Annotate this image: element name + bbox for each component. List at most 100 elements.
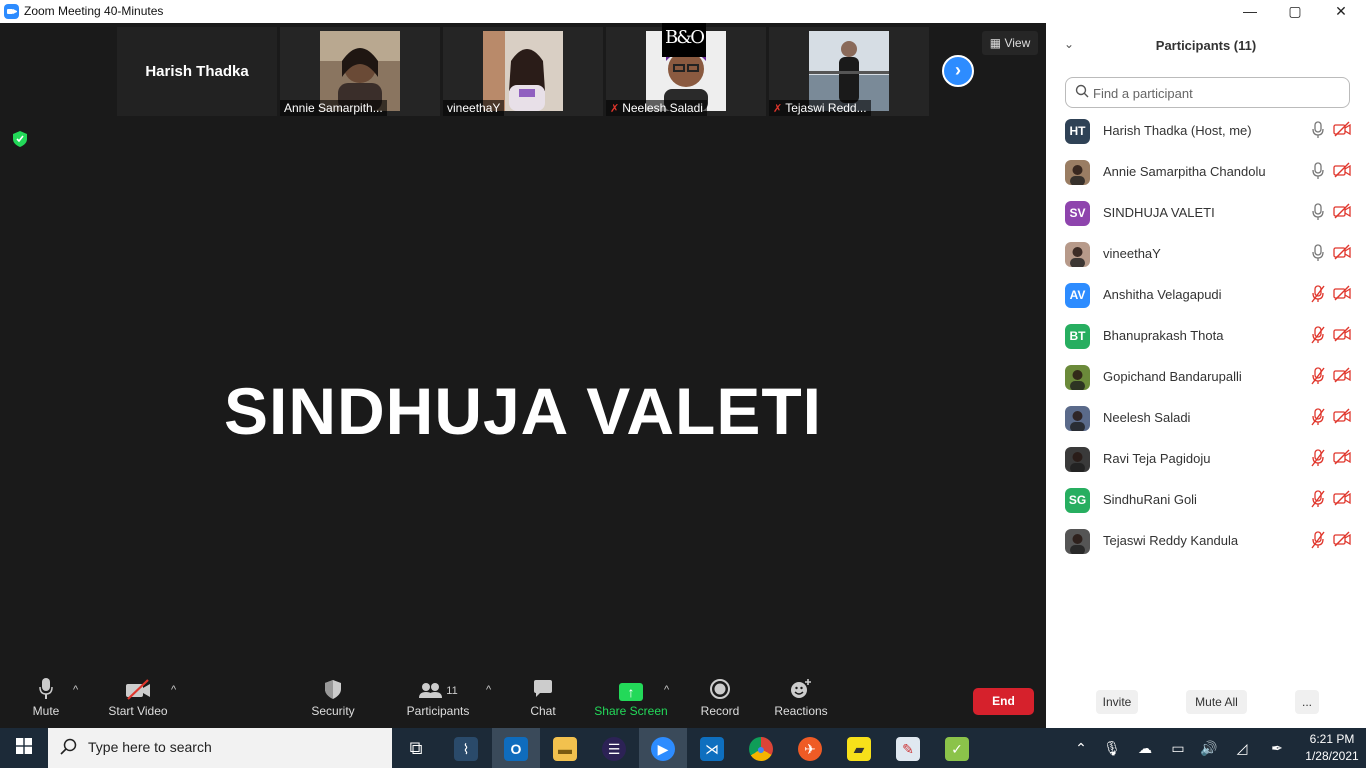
video-off-icon — [1333, 244, 1351, 263]
title-bar: Zoom Meeting 40-Minutes — ▢ ✕ — [0, 0, 1366, 23]
close-button[interactable]: ✕ — [1318, 0, 1364, 23]
avatar — [1065, 160, 1090, 185]
notepad-plus-icon[interactable]: ✓ — [933, 728, 981, 768]
video-thumbnail-strip: Harish Thadka Annie Samarpith... vineeth… — [117, 27, 929, 116]
active-speaker-name: SINDHUJA VALETI — [223, 374, 823, 448]
thumbnail-name-text: Tejaswi Redd... — [785, 101, 867, 115]
postman-icon[interactable]: ✈ — [786, 728, 834, 768]
mute-all-button[interactable]: Mute All — [1186, 690, 1247, 714]
participant-row[interactable]: SG SindhuRani Goli — [1046, 480, 1366, 521]
video-off-icon — [1333, 285, 1351, 304]
thumbnail-name-text: Neelesh Saladi — [622, 101, 703, 115]
participant-row[interactable]: Neelesh Saladi — [1046, 398, 1366, 439]
record-icon — [697, 678, 743, 704]
onedrive-icon[interactable]: ☁ — [1132, 728, 1158, 768]
microphone-tray-icon[interactable]: 🎙 — [1099, 728, 1125, 768]
battery-icon[interactable]: ▭ — [1165, 728, 1191, 768]
file-explorer-icon[interactable]: ▬ — [541, 728, 589, 768]
thumbnail-name: ✗ Tejaswi Redd... — [769, 100, 871, 116]
taskbar-search — [48, 728, 392, 768]
participant-name: Tejaswi Reddy Kandula — [1103, 533, 1239, 548]
thumbnail-tile[interactable]: ✗ Tejaswi Redd... — [769, 27, 929, 116]
task-view-icon[interactable]: ⧉ — [392, 728, 440, 768]
minimize-button[interactable]: — — [1227, 0, 1273, 23]
participant-name: vineethaY — [1103, 246, 1161, 261]
participant-row[interactable]: Annie Samarpitha Chandolu — [1046, 152, 1366, 193]
start-video-button[interactable]: Start Video — [104, 678, 172, 726]
participant-row[interactable]: BT Bhanuprakash Thota — [1046, 316, 1366, 357]
meeting-area: Harish Thadka Annie Samarpith... vineeth… — [0, 23, 1046, 728]
thumbnail-tile[interactable]: vineethaY — [443, 27, 603, 116]
taskbar-search-input[interactable] — [88, 739, 378, 755]
participant-name: SindhuRani Goli — [1103, 492, 1197, 507]
participant-search — [1065, 77, 1350, 108]
encryption-shield-icon[interactable] — [12, 131, 28, 147]
participant-row[interactable]: SV SINDHUJA VALETI — [1046, 193, 1366, 234]
share-screen-icon-wrap: ↑ — [594, 678, 668, 704]
mysql-workbench-icon[interactable]: ⌇ — [442, 728, 490, 768]
view-button[interactable]: ▦ View — [982, 31, 1038, 55]
participants-label: Participants — [406, 704, 470, 718]
wifi-icon[interactable]: ◿ — [1229, 728, 1255, 768]
show-hidden-icons-icon[interactable]: ⌃ — [1068, 728, 1094, 768]
video-off-icon — [104, 678, 172, 704]
chrome-icon[interactable]: ● — [737, 728, 785, 768]
system-clock[interactable]: 6:21 PM 1/28/2021 — [1302, 731, 1362, 765]
participants-options-caret[interactable]: ^ — [486, 684, 491, 696]
participant-row[interactable]: Ravi Teja Pagidoju — [1046, 439, 1366, 480]
more-options-button[interactable]: ... — [1295, 690, 1319, 714]
vscode-icon[interactable]: ⋊ — [688, 728, 736, 768]
microphone-icon — [1311, 162, 1325, 183]
view-button-label: View — [1004, 36, 1031, 50]
panel-header: ⌄ Participants (11) — [1046, 23, 1366, 69]
thumbnail-name: ✗ Neelesh Saladi — [606, 100, 707, 116]
video-off-icon — [1333, 408, 1351, 427]
chat-button[interactable]: Chat — [521, 678, 565, 726]
thumbnail-name: Annie Samarpith... — [280, 100, 387, 116]
participants-button[interactable]: 11 Participants — [403, 678, 473, 726]
share-screen-button[interactable]: ↑ Share Screen — [594, 678, 668, 726]
outlook-icon[interactable]: O — [492, 728, 540, 768]
participant-row[interactable]: Tejaswi Reddy Kandula — [1046, 521, 1366, 562]
shield-icon — [306, 678, 360, 704]
participant-row[interactable]: vineethaY — [1046, 234, 1366, 275]
windows-start-button[interactable] — [0, 728, 48, 768]
clock-date: 1/28/2021 — [1305, 749, 1359, 763]
search-input[interactable] — [1093, 84, 1343, 102]
participant-list: HT Harish Thadka (Host, me) Annie Samarpit… — [1046, 111, 1366, 562]
participant-row[interactable]: AV Anshitha Velagapudi — [1046, 275, 1366, 316]
volume-icon[interactable]: 🔊 — [1196, 728, 1222, 768]
share-options-caret[interactable]: ^ — [664, 684, 669, 696]
mute-button[interactable]: Mute — [24, 678, 68, 726]
meeting-toolbar: Mute ^ Start Video ^ Security 11 Partici… — [0, 672, 1046, 728]
avatar: AV — [1065, 283, 1090, 308]
zoom-taskbar-icon[interactable]: ▶ — [639, 728, 687, 768]
video-off-icon — [1333, 367, 1351, 386]
pen-icon[interactable]: ✒ — [1264, 728, 1290, 768]
thumbnail-tile[interactable]: Harish Thadka — [117, 27, 277, 116]
mic-muted-icon — [1311, 326, 1325, 347]
zoom-app-icon — [4, 4, 19, 19]
window-title: Zoom Meeting 40-Minutes — [24, 4, 164, 18]
reactions-button[interactable]: Reactions — [772, 678, 830, 726]
sticky-notes-icon[interactable]: ▰ — [835, 728, 883, 768]
end-meeting-button[interactable]: End — [973, 688, 1034, 715]
video-options-caret[interactable]: ^ — [171, 684, 176, 696]
audio-options-caret[interactable]: ^ — [73, 684, 78, 696]
security-button[interactable]: Security — [306, 678, 360, 726]
paint-icon[interactable]: ✎ — [884, 728, 932, 768]
video-off-icon — [1333, 490, 1351, 509]
next-page-button[interactable]: › — [942, 55, 974, 87]
participant-row[interactable]: HT Harish Thadka (Host, me) — [1046, 111, 1366, 152]
participant-row[interactable]: Gopichand Bandarupalli — [1046, 357, 1366, 398]
mic-muted-icon — [1311, 367, 1325, 388]
invite-button[interactable]: Invite — [1096, 690, 1138, 714]
participant-name: Bhanuprakash Thota — [1103, 328, 1224, 343]
video-off-icon — [1333, 531, 1351, 550]
video-off-icon — [1333, 326, 1351, 345]
eclipse-icon[interactable]: ☰ — [590, 728, 638, 768]
thumbnail-tile[interactable]: Annie Samarpith... — [280, 27, 440, 116]
participant-name: Annie Samarpitha Chandolu — [1103, 164, 1266, 179]
maximize-button[interactable]: ▢ — [1272, 0, 1318, 23]
record-button[interactable]: Record — [697, 678, 743, 726]
